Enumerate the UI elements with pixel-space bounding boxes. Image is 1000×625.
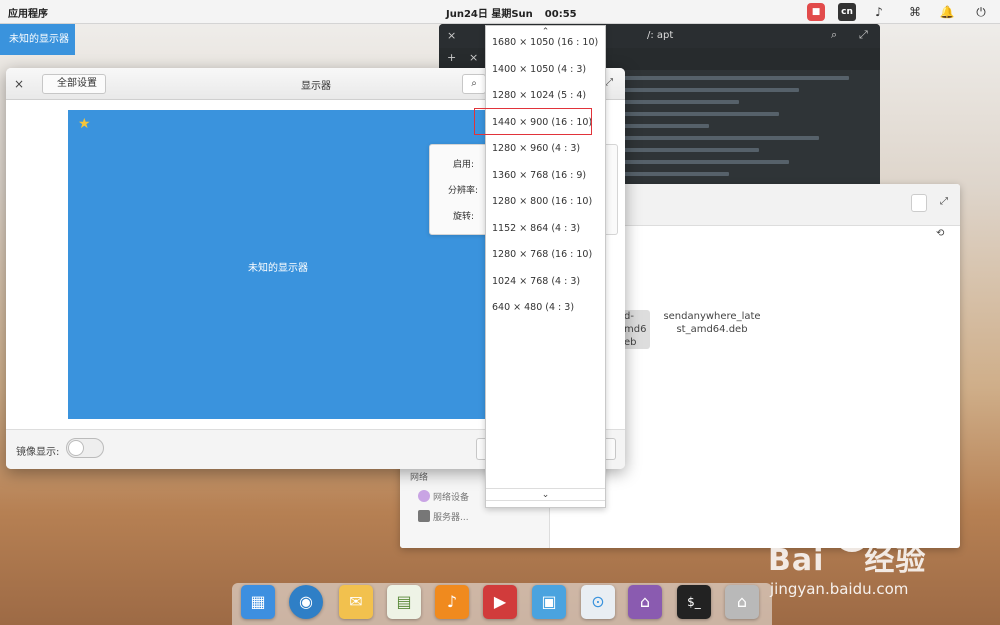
watermark-brand-right: 经验 [864,543,927,578]
terminal-text-line [619,136,819,140]
network-devices-icon [418,490,430,502]
server-icon [418,510,430,522]
top-panel: 应用程序 Jun24日 星期Sun 00:55 ■ cn ♪ ⌘ 🔔 ⏻ [0,0,1000,24]
resolution-option[interactable]: 1280 × 800 (16 : 10) [492,189,592,215]
watermark-brand: Bai 经验 [768,535,926,579]
multitasking-icon[interactable]: ▦ [241,585,275,619]
terminal-text-line [619,172,729,176]
mail-icon[interactable]: ✉ [339,585,373,619]
search-field[interactable] [911,194,927,212]
new-tab-icon[interactable]: + [447,51,456,64]
keyboard-layout-indicator[interactable]: cn [838,3,856,21]
resolution-option[interactable]: 1680 × 1050 (16 : 10) [492,30,598,56]
search-icon[interactable]: ⌕ [462,74,486,94]
enable-label: 启用: [452,160,474,170]
file-name-fragment: md6 [624,324,647,335]
close-icon[interactable]: × [14,77,24,91]
resolution-option[interactable]: 1152 × 864 (4 : 3) [492,216,580,242]
sidebar-item-label: 网络设备 [433,493,470,503]
power-icon[interactable]: ⏻ [972,3,990,21]
notifications-icon[interactable]: 🔔 [938,3,956,21]
popover-edge [604,144,618,235]
scroll-down-chevron-icon[interactable]: ⌄ [486,488,605,501]
clock[interactable]: Jun24日 星期Sun 00:55 [446,5,589,20]
terminal-text-line [619,76,849,80]
history-icon[interactable]: ⟲ [936,228,944,239]
resolution-option[interactable]: 1400 × 1050 (4 : 3) [492,57,586,83]
resolution-option[interactable]: 1280 × 768 (16 : 10) [492,242,592,268]
calendar-icon[interactable]: ▤ [387,585,421,619]
watermark-url: jingyan.baidu.com [770,580,909,598]
sidebar-item-servers[interactable]: 服务器... [418,510,469,523]
resolution-option[interactable]: 1360 × 768 (16 : 9) [492,163,586,189]
window-title: 显示器 [301,81,331,92]
volume-icon[interactable]: ♪ [870,3,888,21]
rotation-label: 旋转: [452,212,474,222]
resolution-dropdown[interactable]: ⌃ 1680 × 1050 (16 : 10) 1400 × 1050 (4 :… [485,25,606,508]
terminal-text-line [619,124,709,128]
file-name-fragment: eb [624,337,637,348]
terminal-text-line [619,100,739,104]
sidebar-section-network: 网络 [410,473,429,483]
expand-icon[interactable]: ⤢ [605,77,613,88]
terminal-icon[interactable]: $_ [677,585,711,619]
terminal-text-line [619,88,799,92]
selection-highlight-box [474,108,592,135]
music-icon[interactable]: ♪ [435,585,469,619]
resolution-option[interactable]: 1280 × 960 (4 : 3) [492,136,580,162]
expand-icon[interactable]: ⤢ [940,196,948,207]
photos-icon[interactable]: ▣ [532,585,566,619]
mirror-display-toggle[interactable] [66,438,104,458]
terminal-text-line [619,112,779,116]
resolution-option[interactable]: 640 × 480 (4 : 3) [492,295,574,321]
settings-icon[interactable]: ⊙ [581,585,615,619]
resolution-option[interactable]: 1280 × 1024 (5 : 4) [492,83,586,109]
search-icon[interactable]: ⌕ [831,28,837,42]
clock-time: 00:55 [544,9,577,20]
file-name-line: st_amd64.deb [676,324,748,335]
resolution-option[interactable]: 1024 × 768 (4 : 3) [492,269,580,295]
clock-date: Jun24日 星期Sun [446,9,533,20]
video-icon[interactable]: ▶ [483,585,517,619]
file-item[interactable]: sendanywhere_late st_amd64.deb [662,310,762,336]
mirror-display-label: 镜像显示: [16,447,60,458]
monitor-settings-popover: 启用: 分辨率: 旋转: [429,144,489,235]
monitor-name: 未知的显示器 [248,263,308,274]
file-name-fragment: d- [624,311,634,322]
monitor-preview[interactable]: ★ 未知的显示器 [68,110,488,419]
files-icon[interactable]: ⌂ [725,585,759,619]
all-settings-back-button[interactable]: 全部设置 [42,74,106,94]
terminal-title: /: apt [647,30,674,41]
appcenter-icon[interactable]: ⌂ [628,585,662,619]
window-title-tag: 未知的显示器 [0,24,75,55]
expand-icon[interactable]: ⤢ [859,28,868,42]
sidebar-item-network-devices[interactable]: 网络设备 [418,490,469,503]
resolution-label: 分辨率: [447,186,478,196]
tab-close-icon[interactable]: × [469,51,478,64]
network-icon[interactable]: ⌘ [906,3,924,21]
sidebar-item-label: 服务器... [433,513,469,523]
terminal-text-line [619,148,759,152]
terminal-text-line [619,160,789,164]
watermark-brand-left: Bai [768,543,825,578]
toggle-knob [68,440,84,456]
browser-icon[interactable]: ◉ [289,585,323,619]
notification-app-icon[interactable]: ■ [807,3,825,21]
applications-menu[interactable]: 应用程序 [8,5,48,20]
primary-display-star-icon: ★ [78,116,91,132]
close-icon[interactable]: × [447,29,456,42]
file-name-line: sendanywhere_late [663,311,761,322]
